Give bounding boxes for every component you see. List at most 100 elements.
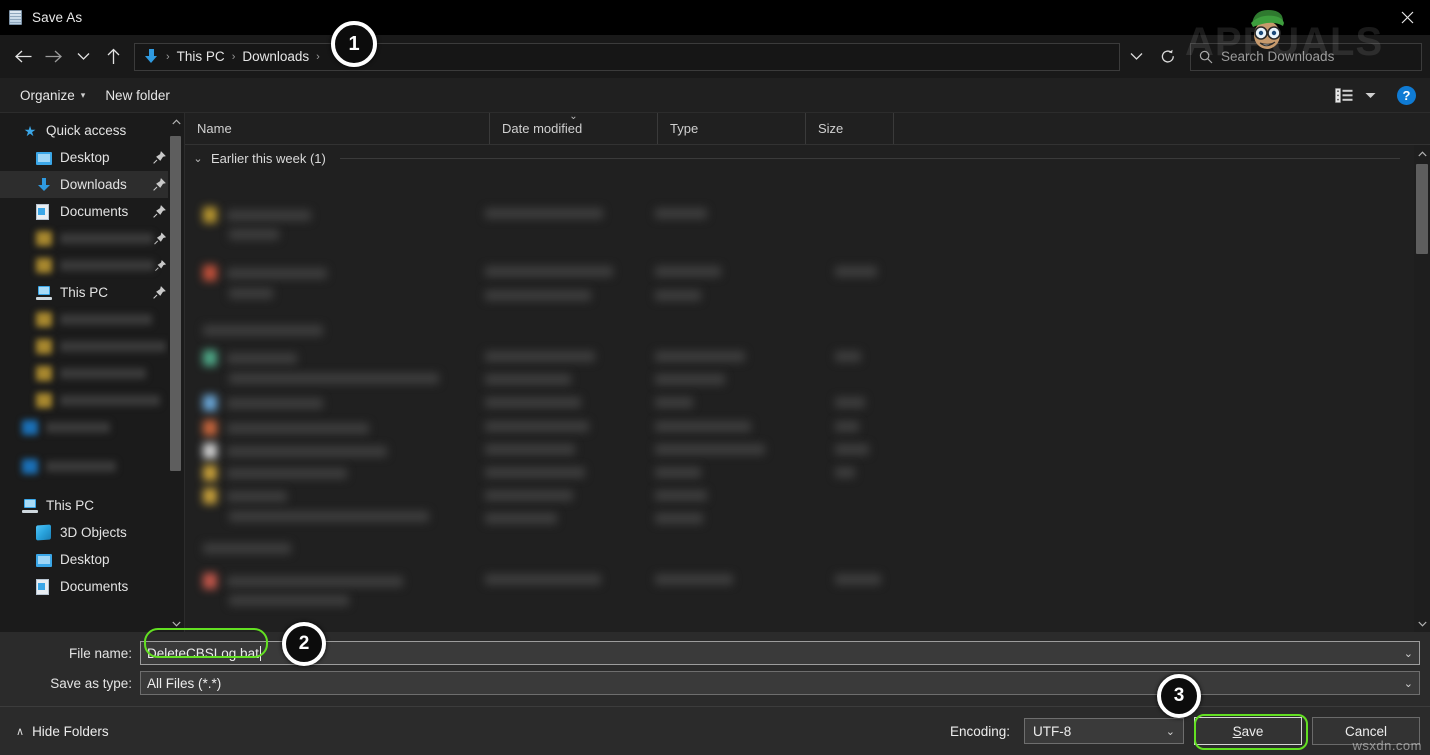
sidebar-item-downloads[interactable]: Downloads	[0, 171, 184, 198]
sidebar-item-redacted[interactable]	[0, 333, 184, 360]
scroll-down-icon[interactable]	[1414, 615, 1430, 632]
file-scroll-track[interactable]	[1414, 162, 1430, 615]
save-as-type-value: All Files (*.*)	[147, 675, 222, 691]
organize-button[interactable]: Organize ▾	[10, 84, 95, 107]
sidebar-scroll-thumb[interactable]	[170, 136, 181, 471]
view-list-icon[interactable]	[1333, 85, 1355, 105]
command-bar: Organize ▾ New folder ?	[0, 78, 1430, 113]
file-list[interactable]: ⌄ Earlier this week (1)	[185, 145, 1430, 632]
sidebar-item-documents[interactable]: Documents	[0, 198, 184, 225]
breadcrumb-this-pc[interactable]: This PC	[172, 49, 230, 64]
sidebar-item-label: Documents	[60, 579, 129, 594]
new-folder-label: New folder	[105, 87, 170, 103]
scroll-up-icon[interactable]	[1414, 145, 1430, 162]
chevron-down-icon[interactable]: ⌄	[191, 152, 205, 165]
file-name-value: DeleteCBSLog.bat	[147, 645, 259, 661]
hide-folders-button[interactable]: ∧ Hide Folders	[10, 724, 109, 739]
breadcrumb-downloads[interactable]: Downloads	[237, 49, 314, 64]
close-icon[interactable]	[1384, 0, 1430, 35]
address-bar[interactable]: › This PC › Downloads ›	[134, 42, 1120, 71]
file-name-input[interactable]: DeleteCBSLog.bat ⌄	[140, 641, 1420, 665]
scroll-up-icon[interactable]	[168, 113, 184, 130]
title-bar: Save As	[0, 0, 1430, 35]
chevron-down-icon[interactable]: ⌄	[1396, 677, 1413, 690]
sidebar-item-label: Desktop	[60, 150, 110, 165]
annotation-badge-3: 3	[1157, 674, 1201, 718]
documents-icon	[36, 203, 52, 220]
redacted-label	[60, 341, 166, 352]
sidebar-item-label: This PC	[60, 285, 109, 300]
sidebar-item-desktop[interactable]: Desktop	[0, 144, 184, 171]
sidebar-item-redacted[interactable]	[0, 387, 184, 414]
sidebar-item-this-pc-pinned[interactable]: This PC	[0, 279, 184, 306]
column-header-date-modified[interactable]: ⌄ Date modified	[490, 111, 658, 144]
dialog-actions: ∧ Hide Folders Encoding: UTF-8 ⌄ Save Ca…	[0, 707, 1430, 755]
file-scroll-thumb[interactable]	[1416, 164, 1428, 254]
view-dropdown-chevron-icon[interactable]	[1359, 85, 1381, 105]
sidebar-item-this-pc[interactable]: This PC	[0, 492, 184, 519]
sidebar-item-redacted[interactable]	[0, 306, 184, 333]
back-arrow-icon[interactable]	[8, 42, 38, 72]
file-group-header[interactable]: ⌄ Earlier this week (1)	[185, 145, 1430, 171]
folder-icon	[36, 231, 52, 246]
breadcrumb-separator: ›	[166, 50, 170, 63]
pin-icon[interactable]	[152, 177, 166, 192]
sidebar-scroll-track[interactable]	[168, 130, 184, 615]
pin-icon[interactable]	[152, 204, 166, 219]
sidebar-item-redacted[interactable]	[0, 225, 184, 252]
recent-locations-chevron-icon[interactable]	[68, 42, 98, 72]
address-dropdown-icon[interactable]	[1120, 44, 1152, 70]
sidebar-item-3d-objects[interactable]: 3D Objects	[0, 519, 184, 546]
column-label: Size	[818, 121, 844, 136]
redacted-label	[60, 395, 160, 406]
sidebar-item-redacted[interactable]	[0, 252, 184, 279]
pin-icon[interactable]	[152, 285, 166, 300]
column-header-type[interactable]: Type	[658, 113, 806, 144]
site-watermark: wsxdn.com	[1352, 738, 1422, 753]
window-controls	[1384, 0, 1430, 35]
annotation-badge-2: 2	[282, 622, 326, 666]
save-as-type-row: Save as type: All Files (*.*) ⌄	[0, 670, 1430, 696]
column-header-size[interactable]: Size	[806, 113, 894, 144]
address-bar-controls	[1120, 43, 1184, 71]
chevron-down-icon[interactable]: ⌄	[1166, 725, 1175, 738]
sidebar-item-redacted[interactable]	[0, 414, 184, 441]
help-icon[interactable]: ?	[1397, 85, 1416, 105]
save-button[interactable]: Save	[1194, 717, 1302, 745]
chevron-up-icon: ∧	[16, 725, 25, 738]
navigation-bar: › This PC › Downloads › Search Downloads	[0, 35, 1430, 78]
star-icon: ★	[23, 122, 37, 139]
sidebar-item-redacted[interactable]	[0, 453, 184, 480]
downloads-icon	[143, 48, 160, 65]
column-header-name[interactable]: Name	[185, 113, 490, 144]
column-label: Date modified	[502, 121, 583, 136]
pin-icon[interactable]	[152, 150, 166, 165]
sidebar-list: ★ Quick access Desktop Downloads Documen…	[0, 113, 184, 600]
chevron-down-icon[interactable]: ⌄	[1396, 647, 1413, 660]
column-label: Type	[670, 121, 699, 136]
sidebar-item-desktop-2[interactable]: Desktop	[0, 546, 184, 573]
pin-icon[interactable]	[153, 232, 166, 246]
refresh-icon[interactable]	[1152, 44, 1184, 70]
sidebar-item-documents-2[interactable]: Documents	[0, 573, 184, 600]
sidebar-item-quick-access[interactable]: ★ Quick access	[0, 117, 184, 144]
chevron-down-icon: ▾	[80, 89, 86, 100]
badge-number: 3	[1173, 685, 1185, 706]
cancel-label: Cancel	[1344, 723, 1388, 739]
redacted-label	[60, 314, 152, 325]
column-headers: Name ⌄ Date modified Type Size	[185, 111, 1430, 145]
pin-icon[interactable]	[154, 259, 166, 273]
sidebar-item-label: Quick access	[46, 123, 127, 138]
forward-arrow-icon[interactable]	[38, 42, 68, 72]
new-folder-button[interactable]: New folder	[95, 84, 180, 107]
sidebar-item-redacted[interactable]	[0, 360, 184, 387]
sidebar-item-label: Desktop	[60, 552, 110, 567]
scroll-down-icon[interactable]	[168, 615, 184, 632]
search-box[interactable]: Search Downloads	[1190, 42, 1422, 71]
save-as-type-select[interactable]: All Files (*.*) ⌄	[140, 671, 1420, 695]
file-list-scrollbar[interactable]	[1414, 145, 1430, 632]
sidebar-scrollbar[interactable]	[168, 113, 184, 632]
encoding-select[interactable]: UTF-8 ⌄	[1024, 718, 1184, 744]
appuals-mascot-icon	[1251, 10, 1284, 49]
up-arrow-icon[interactable]	[98, 42, 128, 72]
